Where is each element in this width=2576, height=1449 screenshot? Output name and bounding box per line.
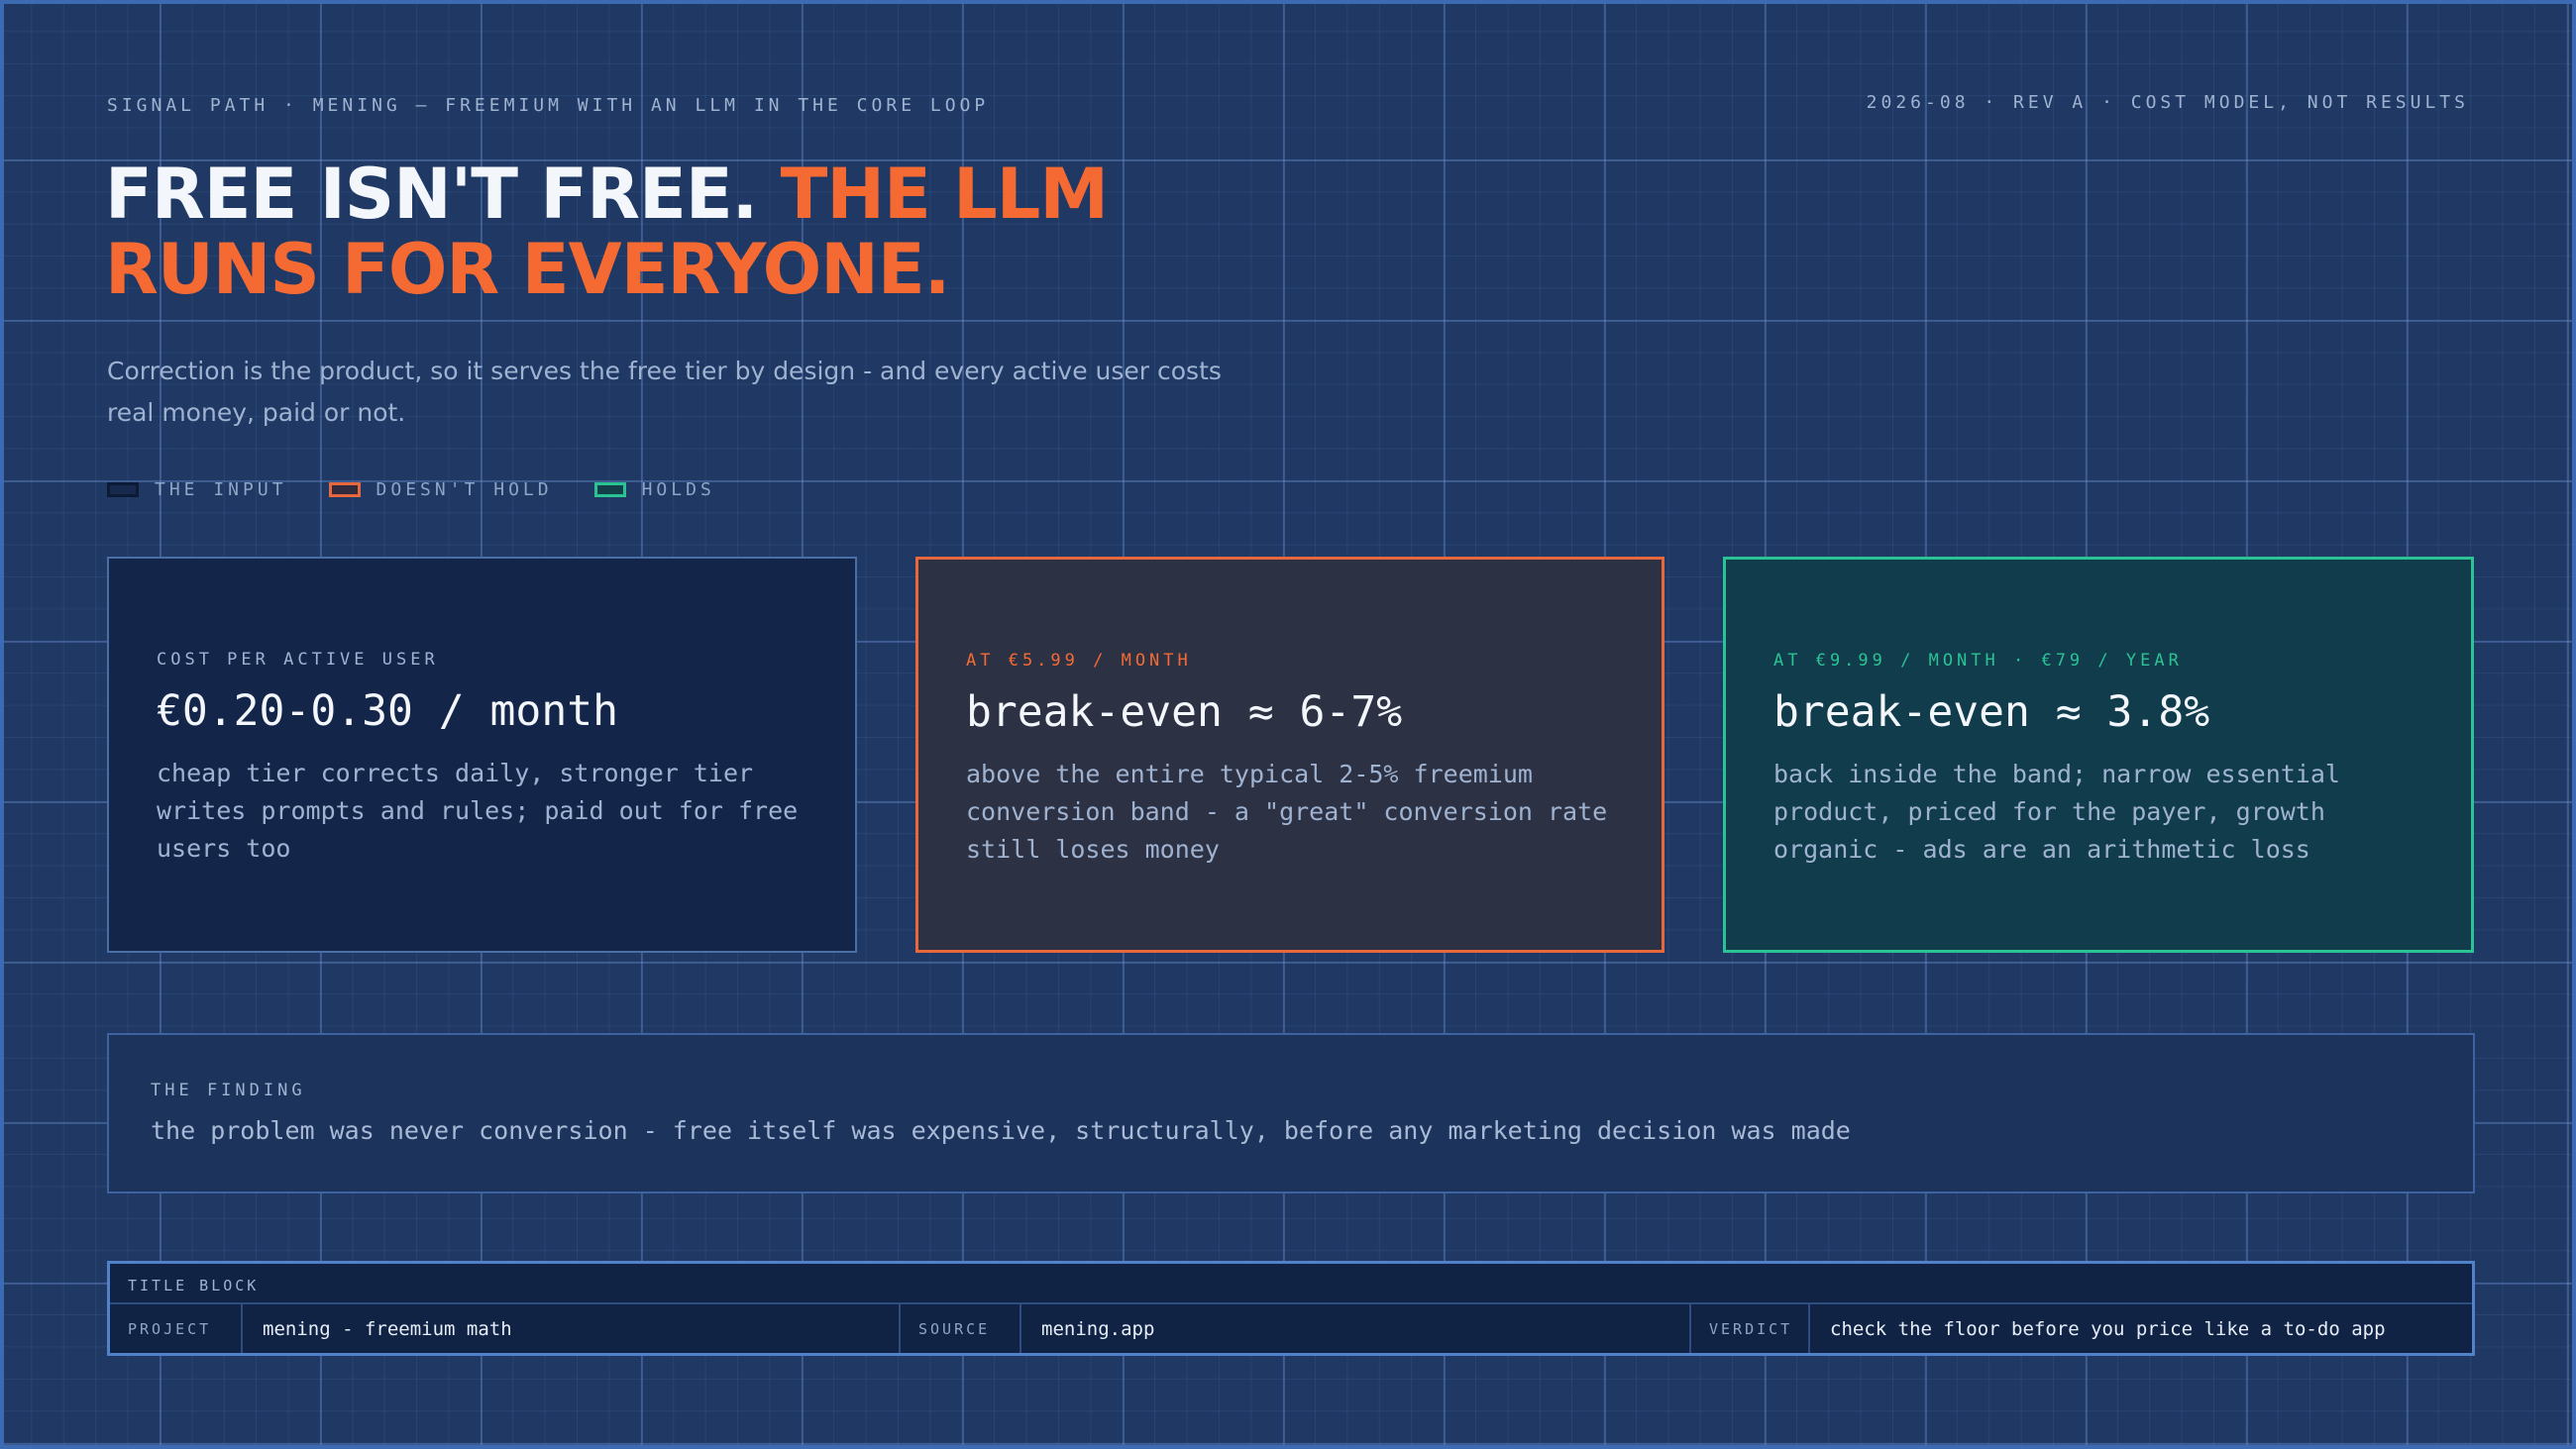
legend-label: HOLDS xyxy=(641,479,715,500)
title-block-label: TITLE BLOCK xyxy=(110,1264,2472,1304)
revision-label: 2026-08 · REV A · COST MODEL, NOT RESULT… xyxy=(1866,92,2469,113)
card-label: AT €5.99 / MONTH xyxy=(966,651,1192,671)
legend-swatch-holds xyxy=(593,482,626,497)
headline-main: FREE ISN'T FREE. xyxy=(105,154,781,235)
finding-panel: THE FINDING the problem was never conver… xyxy=(107,1033,2475,1193)
legend-swatch-doesnt-hold xyxy=(328,482,361,497)
legend-swatch-input xyxy=(107,482,139,497)
legend-item-holds: HOLDS xyxy=(593,479,715,500)
card-cost-per-user: COST PER ACTIVE USER €0.20-0.30 / month … xyxy=(107,557,857,953)
card-label: COST PER ACTIVE USER xyxy=(157,650,439,670)
title-block: TITLE BLOCK PROJECT mening - freemium ma… xyxy=(107,1261,2475,1356)
source-key: SOURCE xyxy=(901,1304,1021,1353)
verdict-key: VERDICT xyxy=(1691,1304,1810,1353)
headline-accent-1: THE LLM xyxy=(780,154,1109,235)
card-value: €0.20-0.30 / month xyxy=(157,686,618,736)
card-break-even-5-99: AT €5.99 / MONTH break-even ≈ 6-7% above… xyxy=(915,557,1664,953)
card-value: break-even ≈ 3.8% xyxy=(1773,687,2210,737)
legend-item-doesnt-hold: DOESN'T HOLD xyxy=(328,479,553,500)
card-break-even-9-99: AT €9.99 / MONTH · €79 / YEAR break-even… xyxy=(1723,557,2474,953)
kicker: SIGNAL PATH · MENING — FREEMIUM WITH AN … xyxy=(107,95,990,116)
project-value: mening - freemium math xyxy=(243,1304,901,1353)
finding-label: THE FINDING xyxy=(151,1081,306,1100)
legend-label: DOESN'T HOLD xyxy=(376,479,553,500)
title-block-row: PROJECT mening - freemium math SOURCE me… xyxy=(110,1304,2472,1353)
legend: THE INPUT DOESN'T HOLD HOLDS xyxy=(107,479,715,500)
verdict-value: check the floor before you price like a … xyxy=(1830,1317,2386,1340)
card-description: back inside the band; narrow essential p… xyxy=(1773,760,2340,864)
finding-text: the problem was never conversion - free … xyxy=(151,1116,1851,1145)
headline-accent-2: RUNS FOR EVERYONE. xyxy=(105,229,950,310)
source-value: mening.app xyxy=(1021,1304,1691,1353)
page-title: FREE ISN'T FREE. THE LLM RUNS FOR EVERYON… xyxy=(105,154,1109,310)
card-description: cheap tier corrects daily, stronger tier… xyxy=(157,759,799,863)
subtitle: Correction is the product, so it serves … xyxy=(107,357,1222,427)
card-value: break-even ≈ 6-7% xyxy=(966,687,1403,737)
project-key: PROJECT xyxy=(110,1304,243,1353)
card-label: AT €9.99 / MONTH · €79 / YEAR xyxy=(1773,651,2183,671)
card-description: above the entire typical 2-5% freemium c… xyxy=(966,760,1608,864)
legend-label: THE INPUT xyxy=(155,479,287,500)
legend-item-input: THE INPUT xyxy=(107,479,287,500)
